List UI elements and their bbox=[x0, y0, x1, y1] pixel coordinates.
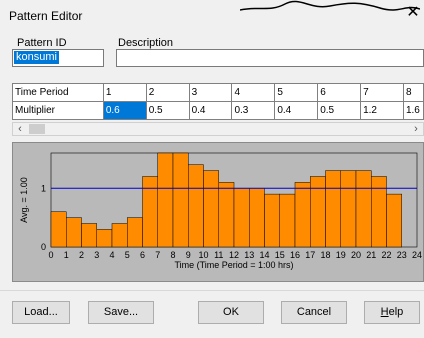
bar bbox=[279, 193, 296, 248]
x-tick-label: 23 bbox=[397, 250, 407, 260]
bar bbox=[111, 223, 128, 248]
x-tick-label: 1 bbox=[64, 250, 69, 260]
multiplier-row: Multiplier 0.6 0.5 0.4 0.3 0.4 0.5 1.2 1… bbox=[12, 101, 424, 120]
y-tick-label: 0 bbox=[41, 242, 46, 252]
x-tick-label: 3 bbox=[94, 250, 99, 260]
scroll-thumb[interactable] bbox=[29, 124, 45, 134]
save-button[interactable]: Save... bbox=[88, 301, 154, 324]
pattern-id-label: Pattern ID bbox=[17, 37, 67, 49]
period-header: 5 bbox=[274, 83, 319, 102]
x-tick-label: 22 bbox=[381, 250, 391, 260]
x-tick-label: 21 bbox=[366, 250, 376, 260]
x-tick-label: 4 bbox=[109, 250, 114, 260]
row-header-multiplier: Multiplier bbox=[12, 101, 104, 120]
multiplier-cell[interactable]: 0.4 bbox=[188, 101, 233, 120]
pattern-grid: Time Period 1 2 3 4 5 6 7 8 Multiplier 0… bbox=[12, 83, 424, 121]
x-tick-label: 16 bbox=[290, 250, 300, 260]
bar bbox=[249, 188, 265, 248]
bar bbox=[386, 193, 402, 248]
description-label: Description bbox=[118, 37, 174, 49]
x-tick-label: 5 bbox=[125, 250, 130, 260]
y-axis-label: Avg. = 1.00 bbox=[19, 177, 29, 223]
x-tick-label: 14 bbox=[259, 250, 269, 260]
help-button[interactable]: Help bbox=[364, 301, 420, 324]
x-tick-label: 12 bbox=[229, 250, 239, 260]
period-header: 8 bbox=[402, 83, 424, 102]
x-tick-label: 13 bbox=[244, 250, 254, 260]
period-header: 3 bbox=[188, 83, 233, 102]
bar bbox=[218, 182, 235, 248]
cancel-button[interactable]: Cancel bbox=[281, 301, 347, 324]
period-header: 7 bbox=[360, 83, 404, 102]
bar bbox=[96, 229, 113, 248]
bar bbox=[127, 217, 143, 248]
period-header: 2 bbox=[145, 83, 190, 102]
multiplier-cell[interactable]: 1.6 bbox=[402, 101, 424, 120]
bar bbox=[66, 217, 82, 248]
scroll-right-icon[interactable]: › bbox=[411, 123, 421, 135]
bar bbox=[172, 152, 189, 248]
x-tick-label: 8 bbox=[170, 250, 175, 260]
pattern-id-value: konsumi bbox=[14, 51, 59, 64]
bar bbox=[188, 164, 204, 248]
x-tick-label: 0 bbox=[48, 250, 53, 260]
x-tick-label: 6 bbox=[140, 250, 145, 260]
period-header: 4 bbox=[231, 83, 276, 102]
x-tick-label: 11 bbox=[214, 250, 223, 260]
x-tick-label: 24 bbox=[412, 250, 422, 260]
multiplier-cell[interactable]: 0.4 bbox=[274, 101, 319, 120]
x-tick-label: 9 bbox=[186, 250, 191, 260]
bar bbox=[340, 170, 357, 248]
bar bbox=[294, 182, 311, 248]
bar bbox=[325, 170, 341, 248]
pattern-chart: 0 1 2 3 4 5 6 7 8 9 10 11 12 13 14 15 16 17 18 19 20 21 22 23 24… bbox=[19, 152, 422, 270]
bar bbox=[203, 170, 219, 248]
x-tick-label: 10 bbox=[198, 250, 208, 260]
time-period-row: Time Period 1 2 3 4 5 6 7 8 bbox=[12, 83, 424, 102]
scroll-left-icon[interactable]: ‹ bbox=[15, 123, 25, 135]
multiplier-cell[interactable]: 0.5 bbox=[317, 101, 362, 120]
horizontal-scrollbar[interactable]: ‹ › bbox=[12, 122, 424, 136]
bar bbox=[81, 223, 97, 248]
x-tick-label: 2 bbox=[79, 250, 84, 260]
background-scribble bbox=[240, 0, 420, 11]
x-tick-label: 18 bbox=[320, 250, 330, 260]
y-tick-label: 1 bbox=[41, 183, 46, 193]
x-tick-label: 20 bbox=[351, 250, 361, 260]
multiplier-cell[interactable]: 0.3 bbox=[231, 101, 276, 120]
pattern-id-field[interactable]: konsumi bbox=[12, 49, 104, 67]
period-header: 1 bbox=[102, 83, 147, 102]
multiplier-cell[interactable]: 1.2 bbox=[360, 101, 404, 120]
window-title: Pattern Editor bbox=[9, 9, 83, 23]
pattern-chart-frame: 0 1 2 3 4 5 6 7 8 9 10 11 12 13 14 15 16 17 18 19 20 21 22 23 24… bbox=[12, 142, 424, 282]
load-button[interactable]: Load... bbox=[12, 301, 70, 324]
x-tick-label: 17 bbox=[305, 250, 315, 260]
bar bbox=[157, 152, 174, 248]
bar bbox=[233, 188, 250, 248]
bar bbox=[310, 176, 326, 248]
bar bbox=[142, 176, 158, 248]
row-header-time-period: Time Period bbox=[12, 83, 104, 102]
x-tick-label: 15 bbox=[275, 250, 285, 260]
period-header: 6 bbox=[317, 83, 362, 102]
x-tick-label: 7 bbox=[155, 250, 160, 260]
bar bbox=[50, 211, 67, 248]
divider bbox=[0, 290, 424, 291]
multiplier-cell[interactable]: 0.6 bbox=[102, 101, 147, 120]
ok-button[interactable]: OK bbox=[198, 301, 264, 324]
bar bbox=[371, 176, 387, 248]
description-field[interactable] bbox=[116, 49, 424, 67]
bar bbox=[355, 170, 372, 248]
x-tick-label: 19 bbox=[336, 250, 346, 260]
bar bbox=[264, 193, 280, 248]
x-axis-label: Time (Time Period = 1:00 hrs) bbox=[174, 260, 293, 270]
multiplier-cell[interactable]: 0.5 bbox=[145, 101, 190, 120]
